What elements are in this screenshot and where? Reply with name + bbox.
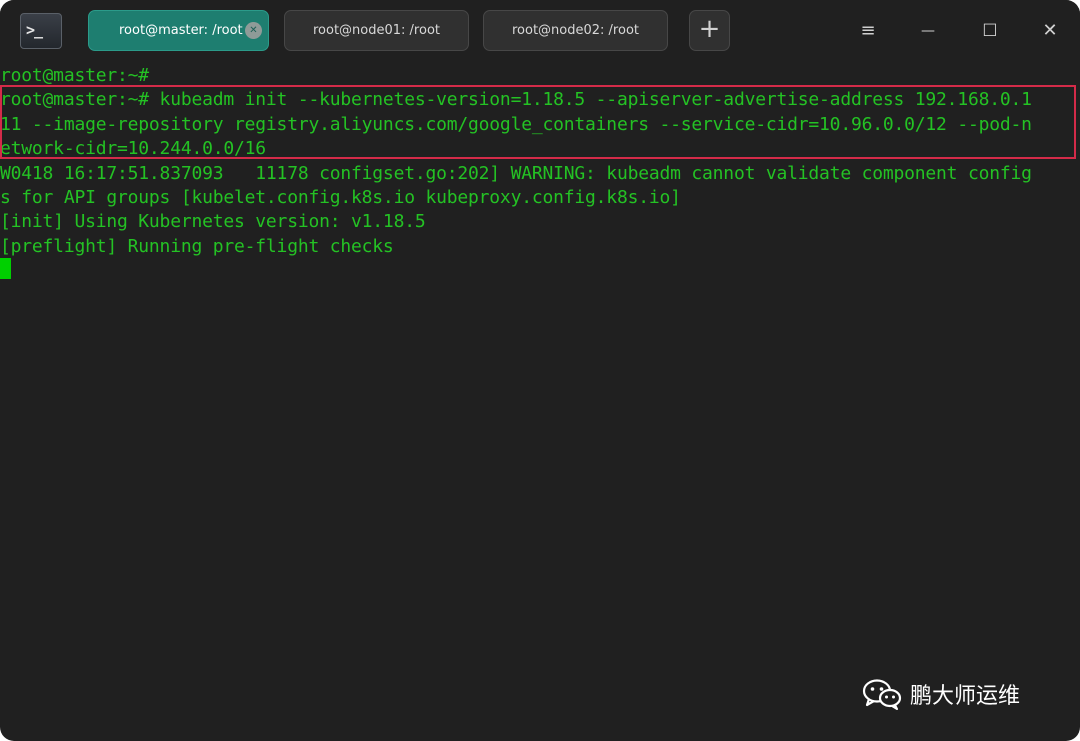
command-highlight-box [0,85,1076,159]
tab-master[interactable]: root@master: /root ✕ [88,10,269,51]
close-tab-icon[interactable]: ✕ [245,22,262,39]
watermark-text: 鹏大师运维 [910,684,1021,709]
terminal-cursor [0,258,11,279]
close-icon: ✕ [1042,20,1058,41]
maximize-icon: ☐ [982,21,998,41]
terminal-line: s for API groups [kubelet.config.k8s.io … [0,187,681,208]
terminal-window: >_ root@master: /root ✕ root@node01: /ro… [0,0,1080,741]
title-bar: >_ root@master: /root ✕ root@node01: /ro… [0,0,1080,62]
watermark: 鹏大师运维 [862,676,1020,712]
terminal-output[interactable]: root@master:~# root@master:~# kubeadm in… [0,62,1080,741]
hamburger-menu-icon: ≡ [860,20,876,41]
terminal-line: [init] Using Kubernetes version: v1.18.5 [0,211,426,232]
maximize-button[interactable]: ☐ [976,17,1004,45]
terminal-line: [preflight] Running pre-flight checks [0,236,394,257]
terminal-line: W0418 16:17:51.837093 11178 configset.go… [0,163,1032,184]
tab-node02[interactable]: root@node02: /root [483,10,668,51]
wechat-icon [862,679,902,710]
tab-label: root@master: /root [119,23,243,38]
tab-label: root@node02: /root [511,23,639,38]
tab-label: root@node01: /root [312,23,440,38]
minimize-button[interactable]: — [914,17,942,45]
tab-node01[interactable]: root@node01: /root [284,10,469,51]
menu-button[interactable]: ≡ [854,17,882,45]
minimize-icon: — [921,23,935,39]
terminal-icon[interactable]: >_ [20,13,62,49]
plus-icon: + [698,14,721,44]
close-button[interactable]: ✕ [1036,17,1064,45]
new-tab-button[interactable]: + [689,10,730,51]
